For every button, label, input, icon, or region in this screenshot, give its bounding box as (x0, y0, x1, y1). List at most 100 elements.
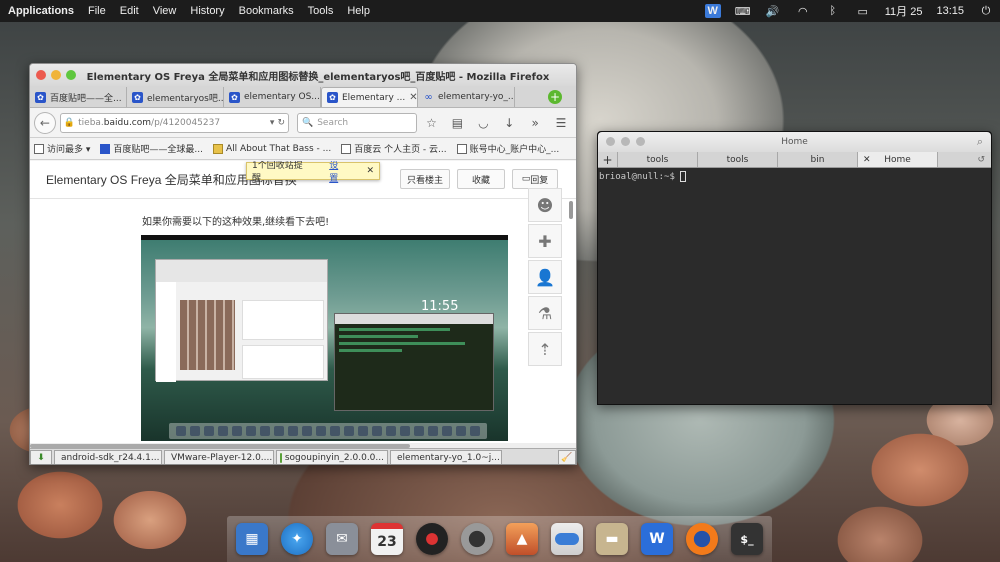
battery-icon[interactable]: ▭ (855, 4, 871, 18)
bookmark-baidu-cloud[interactable]: 百度云 个人主页 - 云... (341, 142, 447, 155)
flask-icon[interactable]: ⚗ (528, 296, 562, 330)
hamburger-menu-icon[interactable]: ☰ (550, 113, 572, 133)
search-input[interactable]: 🔍 Search (297, 112, 417, 133)
close-button[interactable] (36, 70, 46, 80)
power-icon[interactable]: ⏻ (978, 4, 994, 18)
new-tab-button[interactable]: + (548, 90, 562, 104)
dock: ▦ ✦ ✉ 23 ▲ ▬ W $_ (227, 516, 772, 562)
collect-button[interactable]: 收藏 (457, 169, 505, 189)
tab-elementaryos-ba[interactable]: ✿ elementaryos吧... (127, 87, 224, 107)
switchboard-icon[interactable] (551, 523, 583, 555)
tab-elementary-yo[interactable]: ∞ elementary-yo_... (418, 87, 515, 107)
volume-icon[interactable]: 🔊 (765, 4, 781, 18)
terminal-titlebar[interactable]: Home ⌕ (598, 132, 991, 152)
music-icon[interactable] (416, 523, 448, 555)
calendar-icon[interactable]: 23 (371, 523, 403, 555)
new-tab-button[interactable]: + (598, 152, 618, 167)
terminal-output[interactable]: brioal@null:~$ (598, 168, 991, 185)
close-tab-icon[interactable]: ✕ (863, 152, 871, 168)
notice-text[interactable]: 1个回收站提醒 (252, 161, 309, 184)
system-tray: W ⌨ 🔊 ◠ ᛒ ▭ 11月 25 13:15 ⏻ (704, 0, 994, 22)
package-icon (280, 452, 282, 463)
download-item[interactable]: sogoupinyin_2.0.0.0... (276, 449, 388, 464)
terminal-tab-active[interactable]: ✕ Home (858, 152, 938, 167)
wifi-icon[interactable]: ◠ (795, 4, 811, 18)
baidu-paw-icon: ✿ (35, 91, 46, 103)
pocket-icon[interactable]: ◡ (472, 113, 494, 133)
tab-tieba[interactable]: ✿ 百度贴吧——全... (30, 87, 127, 107)
reply-button[interactable]: ▭ 回复 (512, 169, 558, 189)
reload-icon[interactable]: ↻ (277, 118, 285, 128)
download-icon[interactable]: ↓ (498, 113, 520, 133)
wps-writer-icon[interactable]: W (641, 523, 673, 555)
terminal-tab[interactable]: bin (778, 152, 858, 167)
smiley-icon[interactable]: ☻ (528, 188, 562, 222)
maximize-button[interactable] (636, 137, 645, 146)
user-icon[interactable]: 👤 (528, 260, 562, 294)
menu-help[interactable]: Help (340, 5, 377, 17)
download-item[interactable]: elementary-yo_1.0~j... (390, 449, 502, 464)
bookmark-most-visited[interactable]: 访问最多 ▾ (34, 142, 90, 155)
photos-icon[interactable]: ▲ (506, 523, 538, 555)
clipboard-icon[interactable]: ▤ (446, 113, 468, 133)
menu-view[interactable]: View (146, 5, 184, 17)
baidu-paw-icon: ✿ (132, 91, 143, 103)
mail-icon[interactable]: ✉ (326, 523, 358, 555)
search-icon: 🔍 (302, 117, 314, 128)
menu-file[interactable]: File (81, 5, 113, 17)
bluetooth-icon[interactable]: ᛒ (825, 4, 841, 18)
info-icon[interactable]: 🔒 (64, 118, 75, 128)
browser-compass-icon[interactable]: ✦ (281, 523, 313, 555)
terminal-tab[interactable]: tools (698, 152, 778, 167)
menu-history[interactable]: History (183, 5, 231, 17)
applications-menu[interactable]: Applications (0, 5, 81, 17)
url-prefix: tieba. (78, 117, 104, 128)
bookmarks-bar: 访问最多 ▾ 百度贴吧——全球最... All About That Bass … (30, 138, 576, 160)
download-arrow-icon[interactable]: ⬇ (30, 449, 52, 464)
video-icon[interactable] (461, 523, 493, 555)
date-label[interactable]: 11月 25 (885, 3, 923, 19)
back-button[interactable]: ← (34, 111, 56, 134)
wps-tray-icon[interactable]: W (704, 4, 721, 18)
bookmark-account-center[interactable]: 账号中心_账户中心_... (456, 142, 559, 155)
bookmark-star-icon[interactable]: ☆ (421, 113, 443, 133)
vertical-scrollbar[interactable] (569, 201, 573, 219)
dropdown-icon[interactable]: ▾ (270, 118, 275, 128)
tab-active[interactable]: ✿ Elementary ... ✕ (321, 87, 418, 107)
download-item[interactable]: VMware-Player-12.0.... (164, 449, 274, 464)
close-button[interactable] (606, 137, 615, 146)
overflow-icon[interactable]: » (524, 113, 546, 133)
time-label[interactable]: 13:15 (936, 5, 964, 17)
plus-icon[interactable]: ✚ (528, 224, 562, 258)
download-item[interactable]: android-sdk_r24.4.1... (54, 449, 162, 464)
terminal-icon[interactable]: $_ (731, 523, 763, 555)
firefox-icon[interactable] (686, 523, 718, 555)
nav-toolbar: ← 🔒 tieba. baidu.com/p/4120045237 ▾ ↻ 🔍 Se… (30, 108, 576, 138)
broom-icon[interactable]: 🧹 (558, 449, 576, 464)
minimize-button[interactable] (51, 70, 61, 80)
close-tab-icon[interactable]: ✕ (409, 92, 417, 103)
popup-close-icon[interactable]: ✕ (366, 166, 374, 176)
post-intro-text: 如果你需要以下的这种效果,继续看下去吧! (142, 217, 330, 228)
keyboard-icon[interactable]: ⌨ (735, 4, 751, 18)
menu-bookmarks[interactable]: Bookmarks (232, 5, 301, 17)
firefox-titlebar[interactable]: Elementary OS Freya 全局菜单和应用图标替换_elementa… (30, 64, 576, 86)
url-path: /p/4120045237 (151, 117, 221, 128)
url-bar[interactable]: 🔒 tieba. baidu.com/p/4120045237 ▾ ↻ (59, 112, 289, 133)
bookmark-tieba[interactable]: 百度贴吧——全球最... (100, 142, 203, 155)
maximize-button[interactable] (66, 70, 76, 80)
multitasking-icon[interactable]: ▦ (236, 523, 268, 555)
menu-tools[interactable]: Tools (301, 5, 341, 17)
terminal-tab[interactable]: tools (618, 152, 698, 167)
to-top-icon[interactable]: ⇡ (528, 332, 562, 366)
tab-elementary-os[interactable]: ✿ elementary OS... (224, 87, 321, 107)
top-panel: Applications File Edit View History Book… (0, 0, 1000, 22)
history-icon[interactable]: ↺ (938, 152, 991, 167)
files-icon[interactable]: ▬ (596, 523, 628, 555)
menu-edit[interactable]: Edit (113, 5, 146, 17)
bookmark-all-about-that-bass[interactable]: All About That Bass - ... (212, 143, 331, 154)
search-icon[interactable]: ⌕ (977, 135, 983, 149)
settings-link[interactable]: 设置 (329, 161, 346, 184)
minimize-button[interactable] (621, 137, 630, 146)
only-op-button[interactable]: 只看楼主 (400, 169, 450, 189)
